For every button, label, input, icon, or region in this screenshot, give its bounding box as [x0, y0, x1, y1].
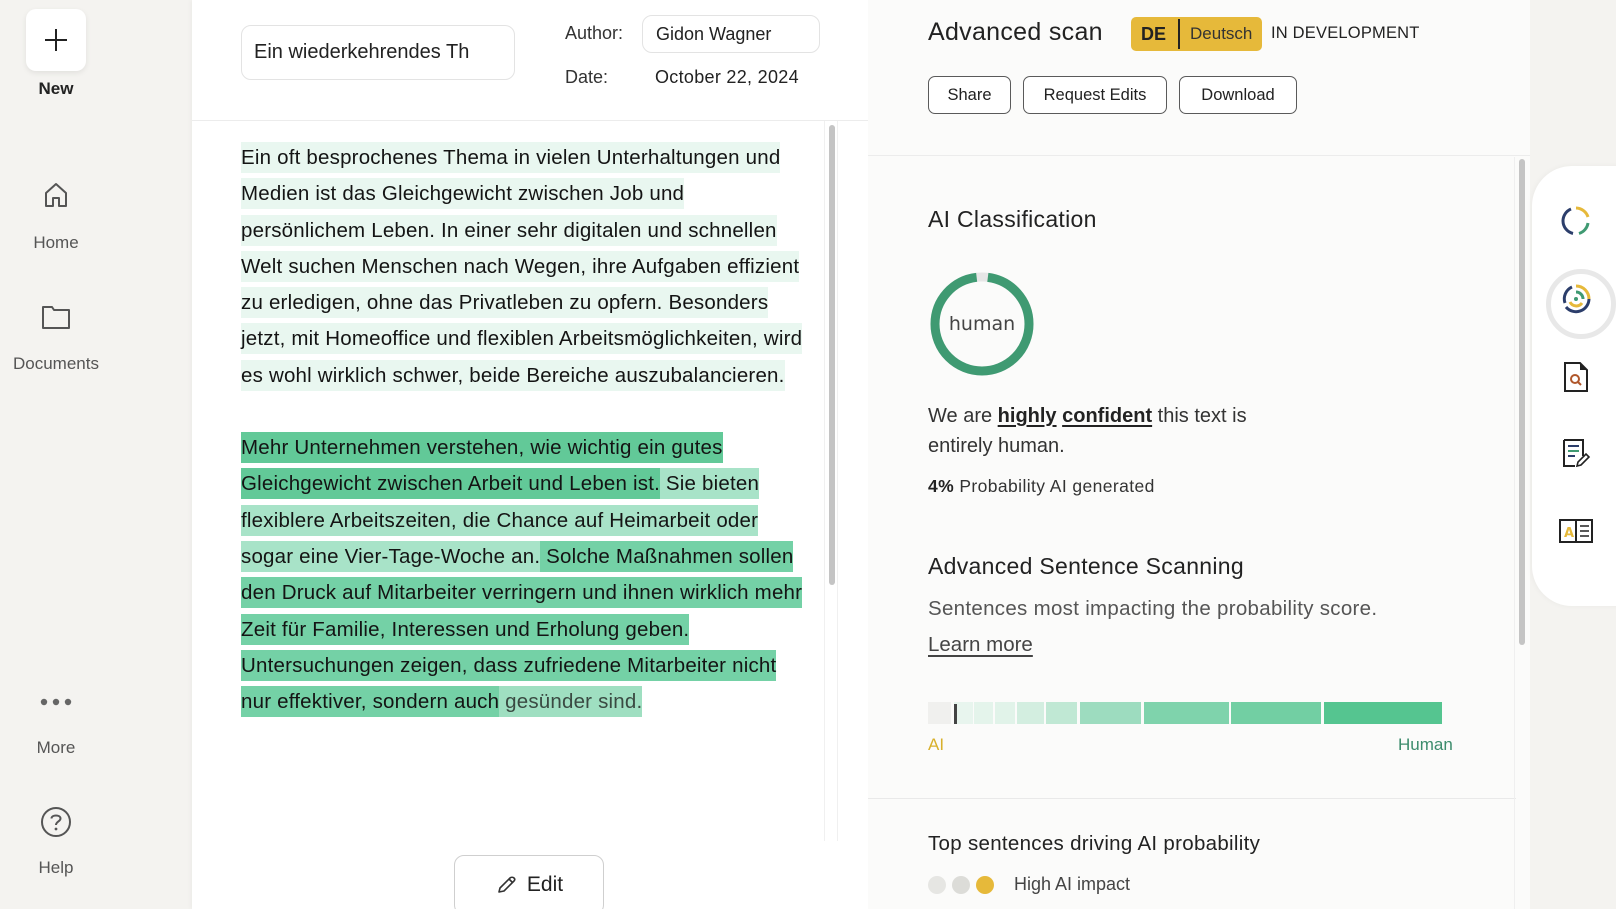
ai-human-scale — [928, 702, 1442, 724]
author-input[interactable]: Gidon Wagner — [642, 15, 820, 53]
scale-segment — [974, 702, 994, 724]
pencil-icon — [498, 876, 516, 893]
document-edit-icon — [1563, 439, 1591, 468]
ai-probability: 4% Probability AI generated — [928, 476, 1155, 497]
document-title-input[interactable]: Ein wiederkehrendes Th — [241, 25, 515, 80]
left-navigation: New Home Documents More Help — [0, 0, 192, 909]
confidence-statement: We are highly confident this text is ent… — [928, 401, 1288, 461]
share-button[interactable]: Share — [928, 76, 1011, 114]
scale-label-human: Human — [1398, 735, 1453, 754]
ai-probability-value: 4% — [928, 476, 955, 496]
sentence-scanning-subtitle: Sentences most impacting the probability… — [928, 597, 1378, 620]
results-header: Advanced scan DE Deutsch IN DEVELOPMENT … — [868, 0, 1530, 156]
impact-dot-high — [976, 875, 994, 894]
scale-segment — [1017, 702, 1044, 724]
confidence-level-link[interactable]: highly — [998, 405, 1057, 427]
editor-scrollbar-thumb[interactable] — [829, 125, 835, 585]
confidence-term-link[interactable]: confident — [1062, 405, 1152, 427]
top-sentences-heading: Top sentences driving AI probability — [928, 832, 1261, 855]
more-icon — [40, 686, 72, 718]
new-label: New — [38, 79, 74, 98]
donut-label: human — [949, 313, 1015, 335]
scale-marker — [953, 704, 957, 724]
date-value: October 22, 2024 — [655, 67, 799, 87]
highlighted-sentence[interactable]: gesünder sind. — [499, 686, 643, 718]
confidence-prefix: We are — [928, 405, 998, 427]
home-icon — [40, 179, 72, 211]
learn-more-link[interactable]: Learn more — [928, 633, 1033, 657]
scale-segment — [1143, 702, 1229, 724]
download-button[interactable]: Download — [1179, 76, 1297, 114]
language-badge[interactable]: DE Deutsch — [1131, 17, 1263, 51]
tool-rail: A — [1532, 166, 1616, 606]
advanced-scan-icon — [1562, 284, 1591, 314]
results-scrollbar[interactable] — [1514, 157, 1528, 909]
scale-label-ai: AI — [928, 735, 945, 754]
rail-plagiarism[interactable] — [1556, 357, 1596, 397]
author-label: Author: — [565, 23, 624, 43]
editor-scrollbar[interactable] — [824, 121, 838, 841]
ai-scan-icon — [1561, 206, 1590, 235]
highlighted-sentence[interactable]: Mehr Unternehmen verstehen, wie wichtig … — [241, 432, 723, 500]
development-status: IN DEVELOPMENT — [1271, 24, 1420, 42]
request-edits-button[interactable]: Request Edits — [1023, 76, 1167, 114]
scale-segment — [1323, 702, 1442, 724]
language-code: DE — [1131, 19, 1181, 49]
scale-segment — [1231, 702, 1322, 724]
paragraph: Ein oft besprochenes Thema in vielen Unt… — [241, 140, 811, 394]
nav-label-more: More — [36, 738, 76, 757]
scan-results-panel: Advanced scan DE Deutsch IN DEVELOPMENT … — [868, 0, 1530, 909]
document-text[interactable]: Ein oft besprochenes Thema in vielen Unt… — [241, 140, 811, 756]
document-header: Ein wiederkehrendes Th Author: Gidon Wag… — [192, 0, 868, 121]
language-name: Deutsch — [1190, 24, 1253, 43]
nav-label-documents: Documents — [13, 354, 99, 373]
edit-button[interactable]: Edit — [454, 855, 604, 909]
scale-segment — [995, 702, 1016, 724]
classification-donut: human — [930, 272, 1034, 376]
paragraph: Mehr Unternehmen verstehen, wie wichtig … — [241, 430, 811, 720]
edit-label: Edit — [526, 873, 564, 896]
help-icon — [40, 806, 72, 838]
nav-label-home: Home — [33, 233, 79, 252]
results-scrollbar-thumb[interactable] — [1519, 159, 1525, 645]
text-compare-icon: A — [1559, 519, 1593, 543]
ai-probability-label: Probability AI generated — [954, 476, 1155, 496]
document-search-icon — [1564, 362, 1588, 392]
results-title: Advanced scan — [928, 18, 1103, 46]
nav-label-help: Help — [38, 858, 74, 877]
date-label: Date: — [565, 67, 609, 87]
new-document-button[interactable] — [26, 9, 86, 71]
impact-label: High AI impact — [1014, 874, 1131, 894]
impact-dot-low — [928, 875, 946, 894]
folder-icon — [40, 301, 72, 333]
impact-dot-medium — [952, 875, 970, 894]
svg-text:A: A — [1564, 526, 1574, 541]
rail-source-finder[interactable]: A — [1556, 511, 1596, 551]
scale-segment — [1045, 702, 1078, 724]
sentence-scanning-heading: Advanced Sentence Scanning — [928, 553, 1244, 579]
ai-classification-heading: AI Classification — [928, 206, 1097, 232]
rail-advanced-scan[interactable] — [1546, 269, 1616, 339]
document-editor: Ein wiederkehrendes Th Author: Gidon Wag… — [192, 0, 868, 909]
plus-icon — [45, 29, 67, 51]
rail-ai-scan[interactable] — [1556, 201, 1596, 241]
scale-segment — [1080, 702, 1141, 724]
section-divider — [868, 798, 1516, 799]
impact-legend: High AI impact — [928, 874, 1130, 895]
scale-segment — [928, 702, 952, 724]
rail-writing-feedback[interactable] — [1556, 434, 1596, 474]
